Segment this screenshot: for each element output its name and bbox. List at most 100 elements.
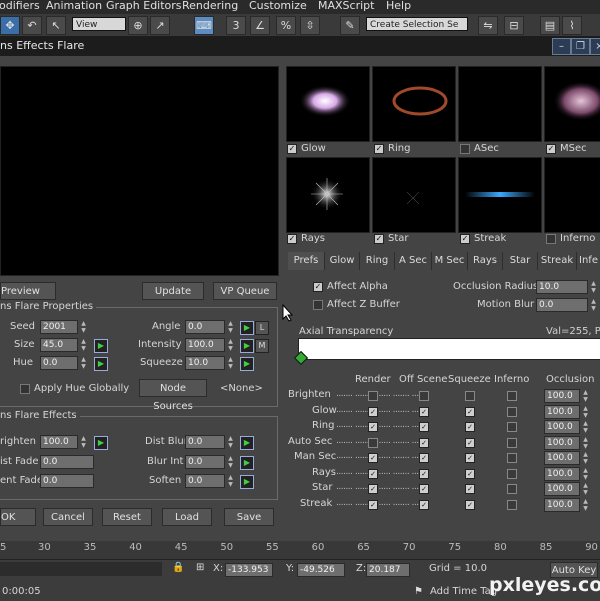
select-link-icon[interactable]: ✥ (0, 16, 20, 35)
angle-snap-icon[interactable]: ∠ (250, 16, 270, 35)
tab-ring[interactable]: Ring (360, 252, 395, 270)
occlusion-field[interactable]: 100.0 (544, 482, 580, 496)
load-button[interactable]: Load (162, 508, 212, 526)
minimize-icon[interactable]: – (552, 38, 571, 55)
vp-queue-button[interactable]: VP Queue (213, 282, 277, 300)
motion-blur-field[interactable]: 0.0 (536, 298, 588, 312)
hue-field[interactable]: 0.0 (40, 356, 78, 370)
squeeze-checkbox[interactable]: ✓ (465, 453, 475, 463)
inferno-checkbox[interactable] (546, 234, 556, 244)
inferno-checkbox[interactable] (507, 468, 517, 479)
render-checkbox[interactable] (368, 391, 378, 401)
tab-inferno[interactable]: Infe (577, 252, 600, 270)
intensity-lock-icon[interactable]: ▶ (240, 339, 254, 353)
star-checkbox[interactable]: ✓ (374, 234, 384, 244)
occlusion-spinner[interactable]: ▲ ▼ (582, 389, 589, 403)
occlusion-field[interactable]: 100.0 (544, 404, 580, 419)
z-coord-field[interactable]: 20.187 (366, 563, 410, 577)
dist-blur-lock-icon[interactable]: ▶ (240, 436, 254, 450)
star-thumbnail[interactable] (372, 157, 456, 233)
squeeze-checkbox[interactable]: ✓ (465, 437, 475, 448)
reset-button[interactable]: Reset (102, 508, 152, 526)
time-tag-icon[interactable]: ⚑ (414, 586, 423, 597)
inferno-checkbox[interactable] (507, 453, 517, 463)
align-icon[interactable]: ⊟ (504, 16, 524, 35)
intensity-m-button[interactable]: M (255, 339, 269, 353)
preview-button[interactable]: Preview (0, 282, 56, 300)
occlusion-spinner[interactable]: ▲ ▼ (582, 420, 589, 434)
mirror-icon[interactable]: ⇋ (478, 16, 498, 35)
occlusion-spinner[interactable]: ▲ ▼ (582, 436, 589, 450)
streak-checkbox[interactable]: ✓ (460, 234, 470, 244)
menu-modifiers[interactable]: odifiers (0, 0, 40, 12)
ring-thumbnail[interactable] (372, 66, 456, 142)
render-checkbox[interactable]: ✓ (368, 499, 378, 510)
inferno-checkbox[interactable] (507, 437, 517, 448)
render-checkbox[interactable]: ✓ (368, 406, 378, 417)
affect-alpha-checkbox[interactable]: ✓ (313, 282, 323, 292)
intensity-spinner[interactable]: ▲ ▼ (227, 338, 234, 352)
render-checkbox[interactable] (368, 437, 378, 448)
add-time-tag-label[interactable]: Add Time Tag (430, 586, 497, 597)
tab-a-sec[interactable]: A Sec (395, 252, 432, 270)
tab-prefs[interactable]: Prefs (288, 252, 325, 270)
motion-blur-spinner[interactable]: ▲ ▼ (590, 298, 597, 312)
pivot-icon[interactable]: ⊕ (128, 16, 148, 35)
menu-rendering[interactable]: Rendering (182, 0, 238, 12)
maxscript-listener[interactable] (0, 562, 162, 576)
y-coord-field[interactable]: -49.526 (297, 563, 345, 577)
render-checkbox[interactable]: ✓ (368, 422, 378, 432)
intensity-field[interactable]: 100.0 (185, 338, 225, 352)
close-icon[interactable]: × (590, 38, 600, 55)
edit-named-selection-icon[interactable]: ✎ (340, 16, 360, 35)
glow-checkbox[interactable]: ✓ (287, 144, 297, 154)
squeeze-checkbox[interactable] (465, 391, 475, 401)
squeeze-checkbox[interactable]: ✓ (465, 468, 475, 479)
occlusion-field[interactable]: 100.0 (544, 435, 580, 450)
percent-snap-icon[interactable]: % (276, 16, 296, 35)
squeeze-checkbox[interactable]: ✓ (465, 406, 475, 417)
dist-blur-spinner[interactable]: ▲ ▼ (227, 435, 234, 449)
inferno-checkbox[interactable] (507, 391, 517, 401)
ok-button[interactable]: OK (0, 508, 36, 526)
blur-int-lock-icon[interactable]: ▶ (240, 456, 254, 470)
squeeze-checkbox[interactable]: ✓ (465, 499, 475, 510)
menu-maxscript[interactable]: MAXScript (318, 0, 374, 12)
soften-spinner[interactable]: ▲ ▼ (227, 474, 234, 488)
soften-field[interactable]: 0.0 (185, 474, 225, 488)
snap-3d-icon[interactable]: 3 (226, 16, 246, 35)
brighten-field[interactable]: 100.0 (40, 435, 78, 449)
tab-streak[interactable]: Streak (538, 252, 577, 270)
x-coord-field[interactable]: -133.953 (225, 563, 273, 577)
menu-animation[interactable]: Animation (46, 0, 102, 12)
inferno-checkbox[interactable] (507, 422, 517, 432)
brighten-lock-icon[interactable]: ▶ (94, 436, 108, 450)
inferno-checkbox[interactable] (507, 484, 517, 494)
cancel-button[interactable]: Cancel (43, 508, 93, 526)
size-lock-icon[interactable]: ▶ (94, 339, 108, 353)
lock-selection-icon[interactable]: 🔒 (172, 562, 184, 573)
glow-thumbnail[interactable] (286, 66, 370, 142)
off-checkbox[interactable]: ✓ (419, 437, 429, 448)
asec-checkbox[interactable] (460, 144, 470, 154)
tab-m-sec[interactable]: M Sec (432, 252, 468, 270)
squeeze-checkbox[interactable]: ✓ (465, 484, 475, 494)
render-checkbox[interactable]: ✓ (368, 484, 378, 494)
dist-blur-field[interactable]: 0.0 (185, 435, 225, 449)
blur-int-field[interactable]: 0.0 (185, 455, 225, 469)
occlusion-field[interactable]: 100.0 (544, 451, 580, 465)
inferno-thumbnail[interactable] (544, 157, 600, 233)
maximize-icon[interactable]: ❐ (571, 38, 590, 55)
inferno-checkbox[interactable] (507, 406, 517, 417)
off-checkbox[interactable]: ✓ (419, 453, 429, 463)
occlusion-field[interactable]: 100.0 (544, 389, 580, 403)
angle-l-button[interactable]: L (255, 321, 269, 335)
squeeze-lock-icon[interactable]: ▶ (240, 357, 254, 371)
apply-hue-globally-checkbox[interactable] (20, 384, 30, 394)
absolute-mode-icon[interactable]: ⊞ (196, 562, 204, 573)
off-checkbox[interactable]: ✓ (419, 406, 429, 417)
squeeze-spinner[interactable]: ▲ ▼ (227, 356, 234, 370)
squeeze-checkbox[interactable]: ✓ (465, 422, 475, 432)
msec-thumbnail[interactable] (544, 66, 600, 142)
squeeze-field[interactable]: 10.0 (185, 356, 225, 370)
